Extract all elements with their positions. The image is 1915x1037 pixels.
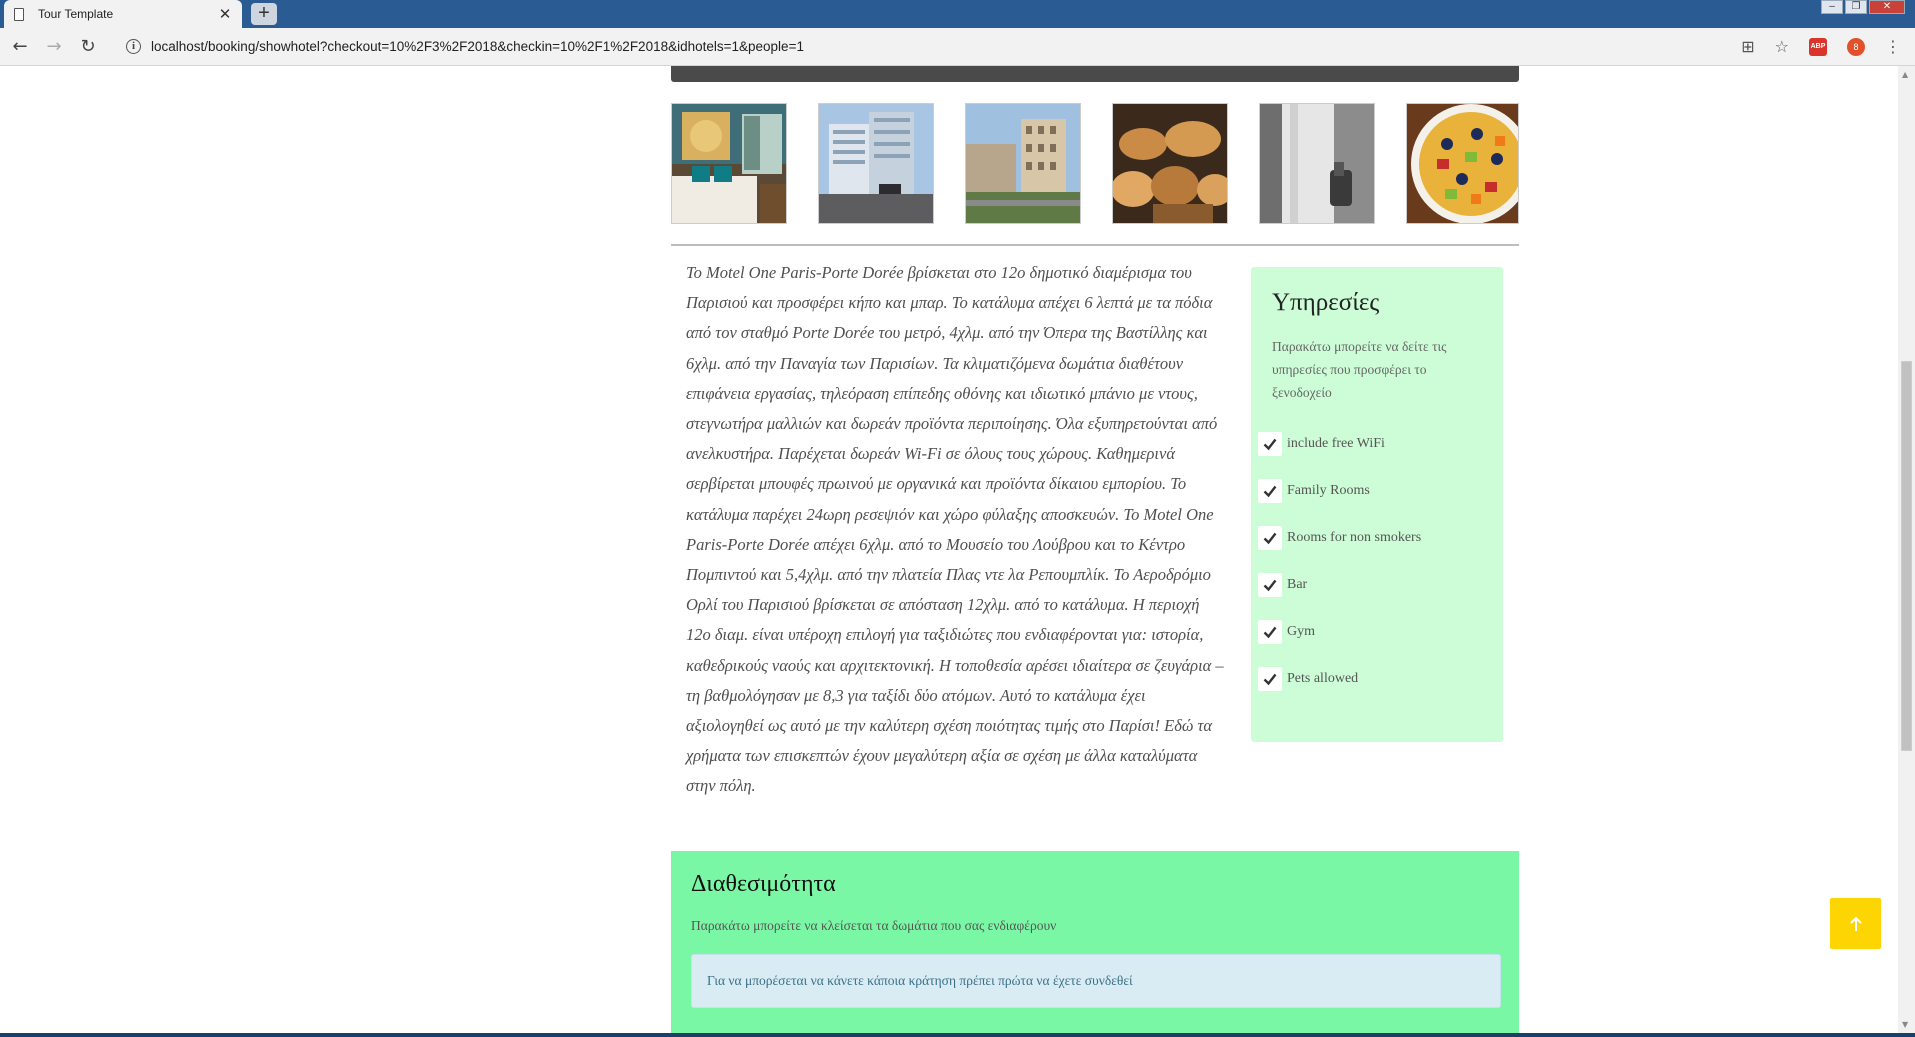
check-icon: [1258, 431, 1282, 456]
translate-icon[interactable]: ⊞: [1741, 37, 1754, 56]
scrollbar-thumb[interactable]: [1901, 361, 1912, 751]
back-to-top-button[interactable]: [1830, 898, 1881, 949]
info-icon[interactable]: i: [126, 39, 141, 54]
check-icon: [1258, 478, 1282, 503]
window-close-icon[interactable]: ✕: [1869, 0, 1905, 14]
extension-badge-icon[interactable]: 8: [1847, 37, 1865, 56]
taskbar-edge: [0, 1033, 1915, 1037]
service-item-pets: Pets allowed: [1258, 655, 1487, 702]
check-icon: [1258, 619, 1282, 644]
page-scrollbar[interactable]: ▲ ▼: [1898, 66, 1915, 1033]
star-icon[interactable]: ☆: [1775, 37, 1789, 56]
gallery-thumb-building-2[interactable]: [965, 103, 1081, 224]
service-item-bar: Bar: [1258, 561, 1487, 608]
toolbar-right-icons: ⊞ ☆ ABP 8 ⋮: [1741, 32, 1905, 62]
browser-toolbar: ← → ↻ i localhost/booking/showhotel?chec…: [0, 28, 1915, 66]
availability-section: Διαθεσιμότητα Παρακάτω μπορείτε να κλείσ…: [671, 851, 1519, 1033]
check-icon: [1258, 525, 1282, 550]
browser-tab-bar: Tour Template ✕ + – ❐ ✕: [0, 0, 1915, 28]
tab-close-icon[interactable]: ✕: [218, 5, 232, 23]
maximize-icon[interactable]: ❐: [1845, 0, 1867, 14]
service-item-wifi: include free WiFi: [1258, 420, 1487, 467]
window-controls: – ❐ ✕: [1821, 0, 1905, 14]
services-panel: Υπηρεσίες Παρακάτω μπορείτε να δείτε τις…: [1251, 267, 1503, 742]
photo-gallery: [671, 103, 1519, 224]
service-label: Pets allowed: [1287, 670, 1359, 686]
service-item-family-rooms: Family Rooms: [1258, 467, 1487, 514]
hero-image-bottom: [671, 66, 1519, 82]
login-required-alert: Για να μπορέσεται να κάνετε κάποια κράτη…: [691, 954, 1501, 1008]
page-viewport: Το Motel One Paris-Porte Dorée βρίσκεται…: [0, 66, 1898, 1033]
adblock-extension-icon[interactable]: ABP: [1809, 37, 1827, 56]
gallery-thumb-pastries[interactable]: [1112, 103, 1228, 224]
gallery-thumb-fruit-salad[interactable]: [1406, 103, 1519, 224]
page-icon: [14, 7, 24, 21]
section-divider: [671, 244, 1519, 246]
services-title: Υπηρεσίες: [1272, 289, 1380, 316]
services-intro: Παρακάτω μπορείτε να δείτε τις υπηρεσίες…: [1272, 339, 1447, 400]
reload-icon[interactable]: ↻: [74, 33, 102, 61]
back-arrow-icon[interactable]: ←: [6, 33, 34, 61]
service-label: Rooms for non smokers: [1287, 529, 1422, 545]
service-item-non-smoking: Rooms for non smokers: [1258, 514, 1487, 561]
services-list: include free WiFi Family Rooms Rooms for…: [1258, 420, 1487, 702]
service-label: Bar: [1287, 576, 1308, 592]
availability-title: Διαθεσιμότητα: [691, 871, 836, 897]
scroll-down-icon[interactable]: ▼: [1902, 1020, 1908, 1029]
service-label: Gym: [1287, 623, 1315, 639]
service-label: include free WiFi: [1287, 435, 1385, 451]
check-icon: [1258, 572, 1282, 597]
browser-tab[interactable]: Tour Template ✕: [4, 0, 242, 28]
forward-arrow-icon[interactable]: →: [40, 33, 68, 61]
kebab-menu-icon[interactable]: ⋮: [1885, 37, 1901, 56]
tab-title: Tour Template: [38, 7, 114, 21]
hotel-description: Το Motel One Paris-Porte Dorée βρίσκεται…: [686, 263, 1224, 796]
service-label: Family Rooms: [1287, 482, 1370, 498]
arrow-up-icon: [1849, 916, 1862, 931]
url-text[interactable]: localhost/booking/showhotel?checkout=10%…: [151, 39, 804, 54]
new-tab-button[interactable]: +: [251, 3, 277, 25]
scroll-up-icon[interactable]: ▲: [1902, 70, 1908, 79]
gallery-thumb-room[interactable]: [671, 103, 787, 224]
gallery-thumb-towel[interactable]: [1259, 103, 1375, 224]
check-icon: [1258, 666, 1282, 691]
gallery-thumb-building-1[interactable]: [818, 103, 934, 224]
availability-subtitle: Παρακάτω μπορείτε να κλείσεται τα δωμάτι…: [691, 918, 1057, 933]
address-bar[interactable]: i localhost/booking/showhotel?checkout=1…: [116, 32, 1905, 62]
service-item-gym: Gym: [1258, 608, 1487, 655]
minimize-icon[interactable]: –: [1821, 0, 1843, 14]
